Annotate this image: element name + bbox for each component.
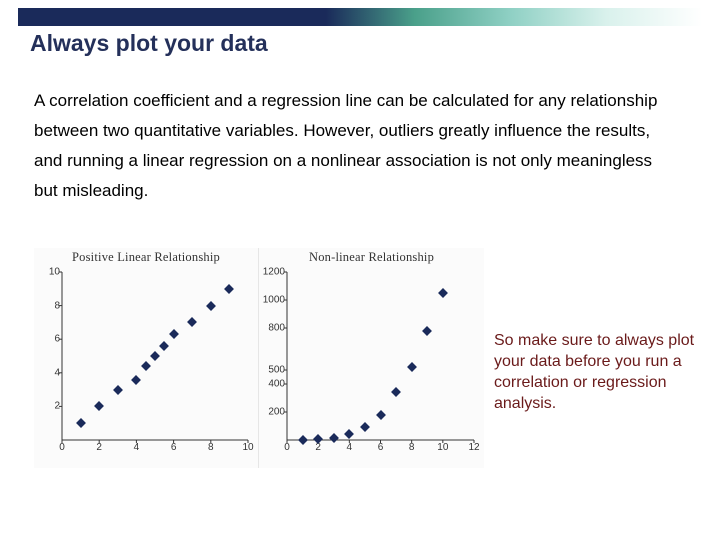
charts-row: Positive Linear Relationship 246810 0246… <box>34 248 484 468</box>
decorative-top-bar <box>18 8 702 26</box>
x-axis-labels: 0246810 <box>62 442 248 456</box>
chart-linear: Positive Linear Relationship 246810 0246… <box>34 248 259 468</box>
body-paragraph: A correlation coefficient and a regressi… <box>34 86 674 206</box>
y-axis-labels: 246810 <box>38 272 60 440</box>
chart-plot-area: 246810 0246810 <box>62 272 248 440</box>
slide-title: Always plot your data <box>30 30 268 57</box>
chart-plot-area: 20040050080010001200 024681012 <box>287 272 474 440</box>
chart-title: Positive Linear Relationship <box>34 250 258 265</box>
chart-title: Non-linear Relationship <box>259 250 484 265</box>
chart-nonlinear: Non-linear Relationship 2004005008001000… <box>259 248 484 468</box>
slide: Always plot your data A correlation coef… <box>0 0 720 540</box>
callout-text: So make sure to always plot your data be… <box>494 330 704 414</box>
y-axis-labels: 20040050080010001200 <box>263 272 285 440</box>
x-axis-labels: 024681012 <box>287 442 474 456</box>
